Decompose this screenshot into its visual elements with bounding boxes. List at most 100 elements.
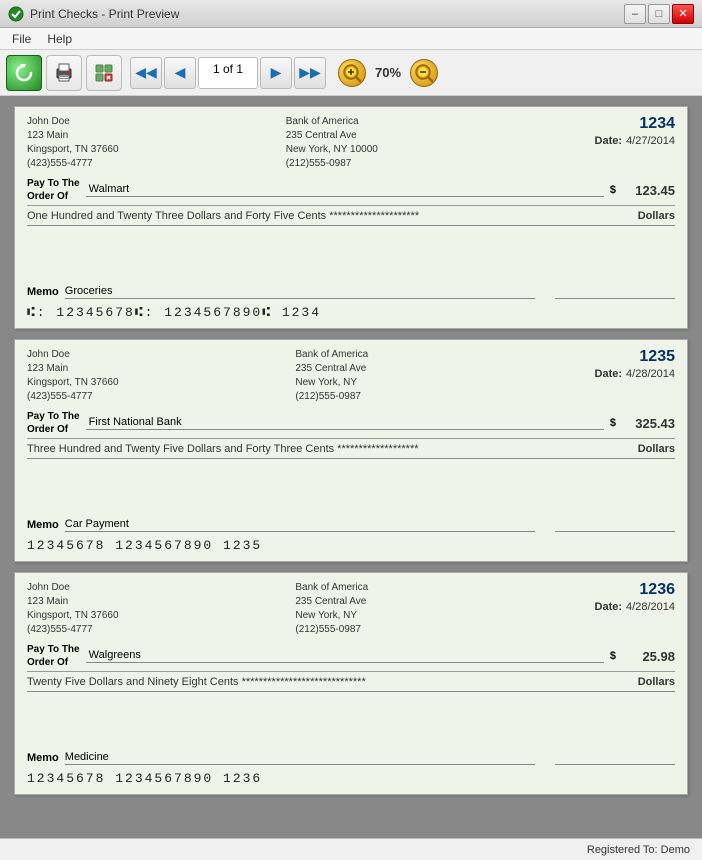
settings-button[interactable] (86, 55, 122, 91)
app-icon (8, 6, 24, 22)
menu-file[interactable]: File (4, 30, 39, 48)
bank-address: 235 Central Ave (295, 595, 368, 609)
sender-name: John Doe (27, 115, 119, 129)
check-date-row: Date: 4/28/2014 (545, 601, 675, 613)
dollars-label: Dollars (638, 443, 675, 455)
sender-city: Kingsport, TN 37660 (27, 143, 119, 157)
memo-section: Memo Car Payment (27, 518, 535, 532)
maximize-button[interactable]: □ (648, 4, 670, 24)
date-label: Date: (595, 368, 623, 380)
date-label: Date: (595, 135, 623, 147)
window-controls: – □ ✕ (624, 4, 694, 24)
bank-name: Bank of America (286, 115, 378, 129)
memo-label: Memo (27, 286, 59, 298)
check-amount: 123.45 (620, 183, 675, 198)
sender-phone: (423)555-4777 (27, 623, 119, 637)
check-sender: John Doe 123 Main Kingsport, TN 37660 (4… (27, 581, 119, 637)
check-amount: 325.43 (620, 416, 675, 431)
back-button[interactable] (6, 55, 42, 91)
payee: Walgreens (86, 649, 604, 663)
menu-help[interactable]: Help (39, 30, 80, 48)
toolbar: ◀◀ ◀ 1 of 1 ▶ ▶▶ 70% (0, 50, 702, 96)
micr-line: ⑆: 12345678⑆: 1234567890⑆ 1234 (27, 305, 675, 320)
check-bank: Bank of America 235 Central Ave New York… (295, 348, 368, 404)
signature-line (555, 531, 675, 532)
zoom-in-button[interactable] (338, 59, 366, 87)
bank-city: New York, NY (295, 376, 368, 390)
sender-address: 123 Main (27, 595, 119, 609)
sender-name: John Doe (27, 581, 119, 595)
close-button[interactable]: ✕ (672, 4, 694, 24)
check-amount: 25.98 (620, 649, 675, 664)
nav-prev-button[interactable]: ◀ (164, 57, 196, 89)
written-amount: One Hundred and Twenty Three Dollars and… (27, 210, 675, 226)
signature-line (555, 764, 675, 765)
signature-line (555, 298, 675, 299)
check-middle-area (27, 692, 675, 747)
title-bar-left: Print Checks - Print Preview (8, 6, 179, 22)
memo-label: Memo (27, 519, 59, 531)
date-value: 4/27/2014 (626, 135, 675, 147)
check-3: John Doe 123 Main Kingsport, TN 37660 (4… (14, 572, 688, 795)
check-bank: Bank of America 235 Central Ave New York… (295, 581, 368, 637)
written-amount: Three Hundred and Twenty Five Dollars an… (27, 443, 675, 459)
check-middle-area (27, 459, 675, 514)
dollar-sign: $ (610, 417, 616, 429)
payee: Walmart (86, 183, 604, 197)
scroll-area[interactable]: John Doe 123 Main Kingsport, TN 37660 (4… (0, 96, 702, 838)
memo-section: Memo Medicine (27, 751, 535, 765)
bank-name: Bank of America (295, 348, 368, 362)
dollars-label: Dollars (638, 210, 675, 222)
check-sender: John Doe 123 Main Kingsport, TN 37660 (4… (27, 115, 119, 171)
micr-line: 12345678 1234567890 1236 (27, 771, 675, 786)
date-value: 4/28/2014 (626, 601, 675, 613)
bank-city: New York, NY (295, 609, 368, 623)
pay-to-label: Pay To TheOrder Of (27, 177, 80, 203)
sender-city: Kingsport, TN 37660 (27, 609, 119, 623)
check-date-row: Date: 4/27/2014 (545, 135, 675, 147)
sender-name: John Doe (27, 348, 119, 362)
title-bar: Print Checks - Print Preview – □ ✕ (0, 0, 702, 28)
memo-value: Groceries (65, 285, 535, 299)
bank-city: New York, NY 10000 (286, 143, 378, 157)
check-number: 1236 (545, 581, 675, 599)
bank-phone: (212)555-0987 (286, 157, 378, 171)
nav-first-button[interactable]: ◀◀ (130, 57, 162, 89)
check-middle-area (27, 226, 675, 281)
check-pay-row: Pay To TheOrder Of Walmart $ 123.45 (27, 177, 675, 206)
nav-next-button[interactable]: ▶ (260, 57, 292, 89)
sender-phone: (423)555-4777 (27, 157, 119, 171)
check-pay-row: Pay To TheOrder Of First National Bank $… (27, 410, 675, 439)
payee: First National Bank (86, 416, 604, 430)
page-indicator: 1 of 1 (198, 57, 258, 89)
nav-group: ◀◀ ◀ 1 of 1 ▶ ▶▶ (130, 57, 326, 89)
bank-phone: (212)555-0987 (295, 623, 368, 637)
minimize-button[interactable]: – (624, 4, 646, 24)
memo-value: Medicine (65, 751, 535, 765)
dollar-sign: $ (610, 650, 616, 662)
micr-line: 12345678 1234567890 1235 (27, 538, 675, 553)
bank-address: 235 Central Ave (286, 129, 378, 143)
check-top-row: John Doe 123 Main Kingsport, TN 37660 (4… (27, 115, 675, 171)
date-label: Date: (595, 601, 623, 613)
check-number-date: 1234 Date: 4/27/2014 (545, 115, 675, 147)
content-area: John Doe 123 Main Kingsport, TN 37660 (4… (0, 96, 702, 838)
pay-to-label: Pay To TheOrder Of (27, 643, 80, 669)
memo-label: Memo (27, 752, 59, 764)
sender-phone: (423)555-4777 (27, 390, 119, 404)
memo-section: Memo Groceries (27, 285, 535, 299)
print-button[interactable] (46, 55, 82, 91)
status-text: Registered To: Demo (587, 844, 690, 856)
sender-city: Kingsport, TN 37660 (27, 376, 119, 390)
sender-address: 123 Main (27, 129, 119, 143)
zoom-out-button[interactable] (410, 59, 438, 87)
check-memo-sig-row: Memo Car Payment (27, 518, 675, 532)
bank-address: 235 Central Ave (295, 362, 368, 376)
check-top-row: John Doe 123 Main Kingsport, TN 37660 (4… (27, 348, 675, 404)
written-amount: Twenty Five Dollars and Ninety Eight Cen… (27, 676, 675, 692)
status-bar: Registered To: Demo (0, 838, 702, 860)
check-number: 1234 (545, 115, 675, 133)
nav-last-button[interactable]: ▶▶ (294, 57, 326, 89)
date-value: 4/28/2014 (626, 368, 675, 380)
bank-phone: (212)555-0987 (295, 390, 368, 404)
